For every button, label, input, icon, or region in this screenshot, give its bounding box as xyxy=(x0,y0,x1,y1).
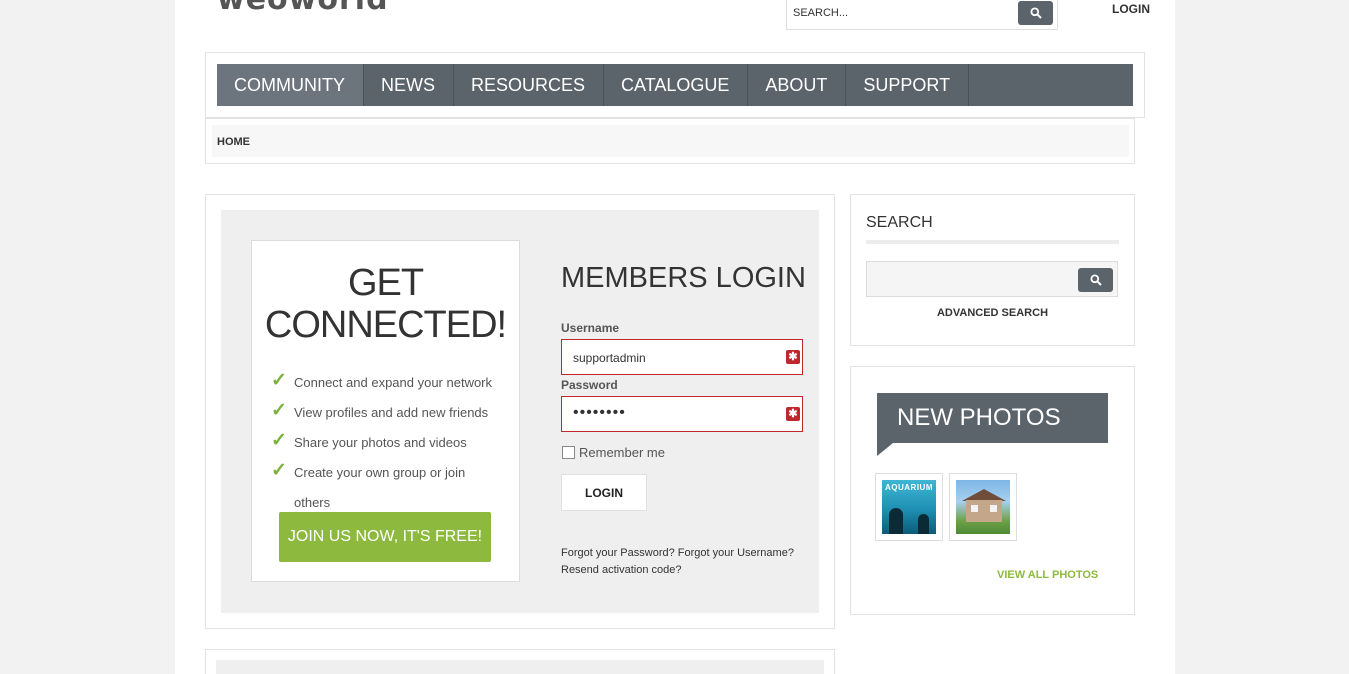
divider xyxy=(866,240,1119,244)
get-connected-title: GET CONNECTED! xyxy=(251,262,520,346)
sidebar-search-button[interactable] xyxy=(1078,268,1113,292)
username-input[interactable] xyxy=(573,349,773,367)
resend-activation-link[interactable]: Resend activation code? xyxy=(561,564,681,576)
title-line-1: GET xyxy=(347,262,424,304)
nav-item-catalogue[interactable]: CATALOGUE xyxy=(604,64,749,106)
header-search-input[interactable] xyxy=(793,4,1013,22)
nav-item-about[interactable]: ABOUT xyxy=(748,64,847,106)
banner-tail xyxy=(877,443,893,456)
silhouette xyxy=(918,514,929,534)
remember-me: Remember me xyxy=(562,445,665,460)
breadcrumb-bar xyxy=(212,125,1129,157)
title-line-2: CONNECTED! xyxy=(264,304,507,346)
required-icon: ✱ xyxy=(786,407,800,421)
logo-text: weoworld xyxy=(217,0,389,17)
forgot-username-link[interactable]: Forgot your Username? xyxy=(678,547,794,559)
remember-me-checkbox[interactable] xyxy=(562,446,575,459)
lower-panel-inner xyxy=(216,660,824,674)
required-icon: ✱ xyxy=(786,350,800,364)
search-icon xyxy=(1090,274,1102,286)
nav-item-news[interactable]: NEWS xyxy=(364,64,454,106)
feature-text: Connect and expand your network xyxy=(294,375,493,390)
checkmark-icon: ✓ xyxy=(271,400,287,421)
house-photo xyxy=(956,480,1010,534)
main-nav: COMMUNITY NEWS RESOURCES CATALOGUE ABOUT… xyxy=(217,64,1133,106)
photo-thumbnail-aquarium[interactable]: AQUARIUM xyxy=(875,473,943,541)
feature-text: Share your photos and videos xyxy=(294,435,467,450)
aquarium-photo: AQUARIUM xyxy=(882,480,936,534)
username-label: Username xyxy=(561,321,620,335)
header-search xyxy=(786,0,1058,30)
forgot-password-link[interactable]: Forgot your Password? xyxy=(561,547,675,559)
checkmark-icon: ✓ xyxy=(271,460,287,481)
sidebar-search-input[interactable] xyxy=(873,270,1073,288)
nav-item-support[interactable]: SUPPORT xyxy=(846,64,970,106)
header-login-link[interactable]: LOGIN xyxy=(1112,2,1150,16)
sidebar-search-title: SEARCH xyxy=(866,214,933,231)
breadcrumb: HOME xyxy=(205,118,1135,164)
nav-item-resources[interactable]: RESOURCES xyxy=(454,64,605,106)
members-login-title: MEMBERS LOGIN xyxy=(561,262,806,294)
username-field: ✱ xyxy=(561,339,803,375)
password-input[interactable] xyxy=(573,404,773,422)
feature-text: View profiles and add new friends xyxy=(294,405,489,420)
checkmark-icon: ✓ xyxy=(271,430,287,451)
breadcrumb-home[interactable]: HOME xyxy=(217,136,250,148)
nav-item-community[interactable]: COMMUNITY xyxy=(217,64,364,106)
photo-thumbnail-house[interactable] xyxy=(949,473,1017,541)
site-logo[interactable]: weoworld xyxy=(217,0,389,17)
silhouette xyxy=(889,508,903,534)
checkmark-icon: ✓ xyxy=(271,370,287,391)
new-photos-title: NEW PHOTOS xyxy=(877,393,1108,443)
login-help-links: Forgot your Password? Forgot your Userna… xyxy=(561,545,794,579)
password-label: Password xyxy=(561,378,618,392)
house-window xyxy=(971,505,978,512)
password-field: ✱ xyxy=(561,396,803,432)
house-window xyxy=(990,505,997,512)
photo-caption: AQUARIUM xyxy=(885,483,933,492)
remember-me-label: Remember me xyxy=(579,445,665,460)
feature-text: others xyxy=(294,495,331,510)
advanced-search-link[interactable]: ADVANCED SEARCH xyxy=(850,307,1135,319)
join-now-button[interactable]: JOIN US NOW, IT'S FREE! xyxy=(279,512,491,562)
view-all-photos-link[interactable]: VIEW ALL PHOTOS xyxy=(997,569,1098,581)
login-button[interactable]: LOGIN xyxy=(561,474,647,511)
feature-text: Create your own group or join xyxy=(294,465,466,480)
header-search-button[interactable] xyxy=(1018,1,1053,25)
sidebar-search-field xyxy=(866,261,1118,297)
search-icon xyxy=(1030,7,1042,19)
